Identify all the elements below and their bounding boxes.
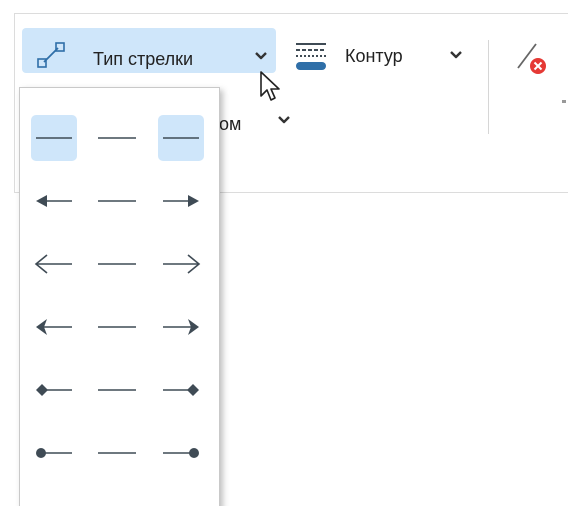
arrow-start-diamond-option[interactable] bbox=[31, 367, 77, 413]
line-preview bbox=[94, 304, 140, 350]
arrow-end-stealth-option[interactable] bbox=[158, 304, 204, 350]
arrow-end-diamond-option[interactable] bbox=[158, 367, 204, 413]
arrow-start-filled-option[interactable] bbox=[31, 178, 77, 224]
line-preview bbox=[94, 367, 140, 413]
arrow-type-chevron-down-icon[interactable] bbox=[254, 50, 268, 62]
arrow-end-open-option[interactable] bbox=[158, 241, 204, 287]
partial-chevron-down-icon[interactable] bbox=[277, 114, 291, 126]
arrow-start-open-option[interactable] bbox=[31, 241, 77, 287]
arrow-start-oval-option[interactable] bbox=[31, 430, 77, 476]
line-preview bbox=[94, 178, 140, 224]
mouse-cursor-icon bbox=[260, 71, 280, 101]
toolbar-separator bbox=[488, 40, 489, 134]
arrow-type-label: Тип стрелки bbox=[93, 49, 194, 69]
delete-line-icon[interactable] bbox=[512, 38, 552, 78]
arrow-start-stealth-option[interactable] bbox=[31, 304, 77, 350]
contour-label[interactable]: Контур bbox=[345, 45, 403, 67]
line-preview bbox=[94, 241, 140, 287]
arrow-end-filled-option[interactable] bbox=[158, 178, 204, 224]
edge-mark bbox=[562, 100, 566, 103]
app-window: Тип стрелки Контур ом bbox=[0, 0, 568, 506]
contour-chevron-down-icon[interactable] bbox=[449, 49, 463, 61]
line-preview bbox=[94, 430, 140, 476]
arrow-type-dropdown bbox=[19, 87, 220, 506]
arrow-type-icon bbox=[37, 42, 65, 68]
arrow-end-oval-option[interactable] bbox=[158, 430, 204, 476]
line-preview bbox=[94, 115, 140, 161]
contour-icon[interactable] bbox=[294, 40, 328, 76]
arrow-start-none-option[interactable] bbox=[31, 115, 77, 161]
partial-button-label[interactable]: ом bbox=[219, 113, 241, 135]
arrow-end-none-option[interactable] bbox=[158, 115, 204, 161]
